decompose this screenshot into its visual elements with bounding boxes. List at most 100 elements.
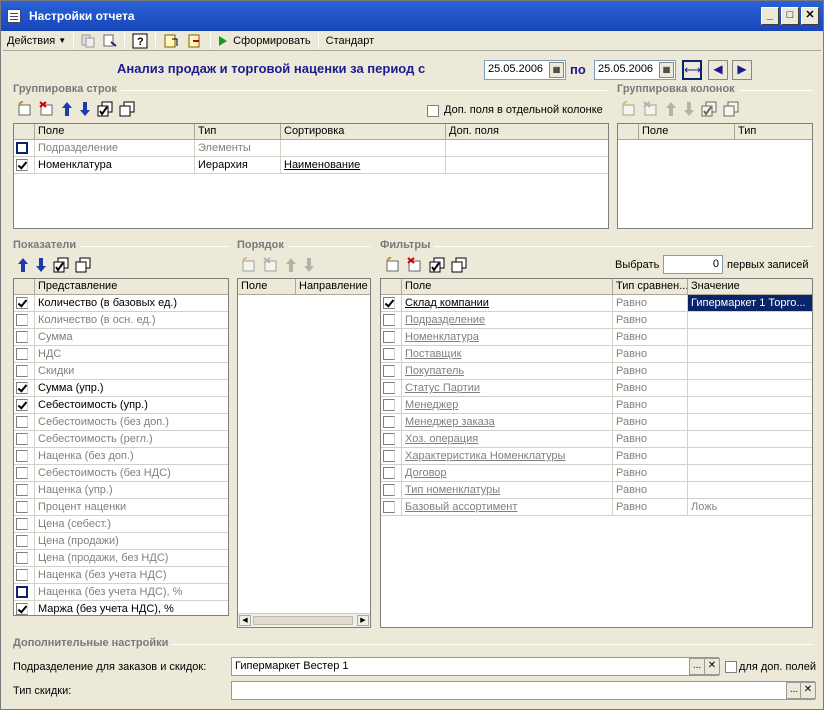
row-checkbox[interactable] — [383, 399, 395, 411]
column-header[interactable]: Поле — [35, 124, 195, 139]
row-checkbox[interactable] — [383, 314, 395, 326]
comparison-cell[interactable]: Равно — [613, 414, 688, 430]
column-header[interactable]: Поле — [639, 124, 735, 139]
row-checkbox[interactable] — [16, 331, 28, 343]
table-row[interactable]: Процент наценки — [14, 499, 228, 516]
table-row[interactable]: Подразделение Элементы — [14, 140, 608, 157]
uncheck-all-icon[interactable] — [75, 257, 91, 273]
row-grouping-table[interactable]: Поле Тип Сортировка Доп. поля Подразделе… — [13, 123, 609, 229]
value-cell[interactable] — [688, 363, 812, 379]
move-up-icon[interactable] — [61, 101, 73, 117]
move-up-icon[interactable] — [665, 101, 677, 117]
row-checkbox[interactable] — [16, 314, 28, 326]
row-checkbox[interactable] — [16, 484, 28, 496]
comparison-cell[interactable]: Равно — [613, 312, 688, 328]
filters-table[interactable]: Поле Тип сравнен... Значение Склад компа… — [380, 278, 813, 628]
minimize-button[interactable]: _ — [761, 7, 779, 25]
value-cell[interactable] — [688, 329, 812, 345]
table-row[interactable]: Номенклатура Иерархия Наименование — [14, 157, 608, 174]
field-cell[interactable]: Договор — [402, 465, 613, 481]
clear-icon[interactable]: ✕ — [800, 682, 816, 699]
next-period-icon[interactable]: ▶ — [732, 60, 752, 80]
value-cell[interactable] — [688, 448, 812, 464]
column-header[interactable]: Сортировка — [281, 124, 446, 139]
table-row[interactable]: Сумма (упр.) — [14, 380, 228, 397]
comparison-cell[interactable]: Равно — [613, 448, 688, 464]
row-checkbox[interactable] — [383, 382, 395, 394]
comparison-cell[interactable]: Равно — [613, 295, 688, 311]
table-row[interactable]: Цена (себест.) — [14, 516, 228, 533]
paste-icon[interactable] — [99, 32, 121, 50]
uncheck-all-icon[interactable] — [119, 101, 135, 117]
table-row[interactable]: НДС — [14, 346, 228, 363]
discount-type-input[interactable] — [231, 681, 815, 700]
period-setup-icon[interactable]: ⟷ — [682, 60, 702, 80]
table-row[interactable]: Наценка (без учета НДС) — [14, 567, 228, 584]
save-settings-icon[interactable] — [183, 32, 207, 50]
generate-button[interactable]: Сформировать — [214, 32, 315, 50]
row-checkbox[interactable] — [16, 399, 28, 411]
table-row[interactable]: Характеристика Номенклатуры Равно — [381, 448, 812, 465]
value-cell[interactable] — [688, 431, 812, 447]
delete-icon[interactable] — [643, 101, 659, 117]
field-cell[interactable]: Характеристика Номенклатуры — [402, 448, 613, 464]
value-cell[interactable] — [688, 380, 812, 396]
row-checkbox[interactable] — [16, 501, 28, 513]
row-checkbox[interactable] — [383, 416, 395, 428]
table-row[interactable]: Количество (в базовых ед.) — [14, 295, 228, 312]
date-to-input[interactable]: 25.05.2006 ▦ — [594, 60, 676, 80]
table-row[interactable]: Себестоимость (регл.) — [14, 431, 228, 448]
row-checkbox[interactable] — [383, 467, 395, 479]
load-settings-icon[interactable] — [159, 32, 183, 50]
order-table[interactable]: Поле Направление ◀ ▶ — [237, 278, 371, 628]
comparison-cell[interactable]: Равно — [613, 346, 688, 362]
field-cell[interactable]: Подразделение — [402, 312, 613, 328]
sort-cell[interactable] — [281, 140, 446, 156]
field-cell[interactable]: Менеджер заказа — [402, 414, 613, 430]
move-down-icon[interactable] — [35, 257, 47, 273]
for-extra-fields-checkbox[interactable] — [725, 661, 737, 673]
table-row[interactable]: Себестоимость (без доп.) — [14, 414, 228, 431]
table-row[interactable]: Поставщик Равно — [381, 346, 812, 363]
row-checkbox[interactable] — [16, 569, 28, 581]
table-row[interactable]: Номенклатура Равно — [381, 329, 812, 346]
table-row[interactable]: Покупатель Равно — [381, 363, 812, 380]
indicators-table[interactable]: Представление Количество (в базовых ед.)… — [13, 278, 229, 616]
select-button[interactable]: ... — [689, 658, 705, 675]
column-header[interactable]: Представление — [35, 279, 228, 294]
comparison-cell[interactable]: Равно — [613, 465, 688, 481]
move-down-icon[interactable] — [303, 257, 315, 273]
value-cell[interactable] — [688, 482, 812, 498]
clear-icon[interactable]: ✕ — [704, 658, 720, 675]
table-row[interactable]: Наценка (без учета НДС), % — [14, 584, 228, 601]
comparison-cell[interactable]: Равно — [613, 482, 688, 498]
row-checkbox[interactable] — [16, 467, 28, 479]
row-checkbox[interactable] — [16, 142, 28, 154]
value-cell[interactable] — [688, 312, 812, 328]
row-checkbox[interactable] — [16, 365, 28, 377]
help-icon[interactable]: ? — [128, 32, 152, 50]
table-row[interactable]: Скидки — [14, 363, 228, 380]
delete-icon[interactable] — [263, 257, 279, 273]
move-down-icon[interactable] — [683, 101, 695, 117]
column-header[interactable]: Направление — [296, 279, 370, 294]
check-all-icon[interactable] — [701, 101, 717, 117]
value-cell[interactable] — [688, 465, 812, 481]
column-header[interactable]: Доп. поля — [446, 124, 608, 139]
field-cell[interactable]: Поставщик — [402, 346, 613, 362]
extra-cell[interactable] — [446, 140, 608, 156]
value-cell[interactable]: Ложь — [688, 499, 812, 515]
table-row[interactable]: Статус Партии Равно — [381, 380, 812, 397]
row-checkbox[interactable] — [16, 535, 28, 547]
table-row[interactable]: Менеджер заказа Равно — [381, 414, 812, 431]
field-cell[interactable]: Склад компании — [402, 295, 613, 311]
sort-cell[interactable]: Наименование — [281, 157, 446, 173]
table-row[interactable]: Хоз. операция Равно — [381, 431, 812, 448]
comparison-cell[interactable]: Равно — [613, 329, 688, 345]
table-row[interactable]: Менеджер Равно — [381, 397, 812, 414]
field-cell[interactable]: Номенклатура — [402, 329, 613, 345]
extra-cell[interactable] — [446, 157, 608, 173]
column-header[interactable]: Тип — [195, 124, 281, 139]
table-row[interactable]: Договор Равно — [381, 465, 812, 482]
date-from-input[interactable]: 25.05.2006 ▦ — [484, 60, 566, 80]
